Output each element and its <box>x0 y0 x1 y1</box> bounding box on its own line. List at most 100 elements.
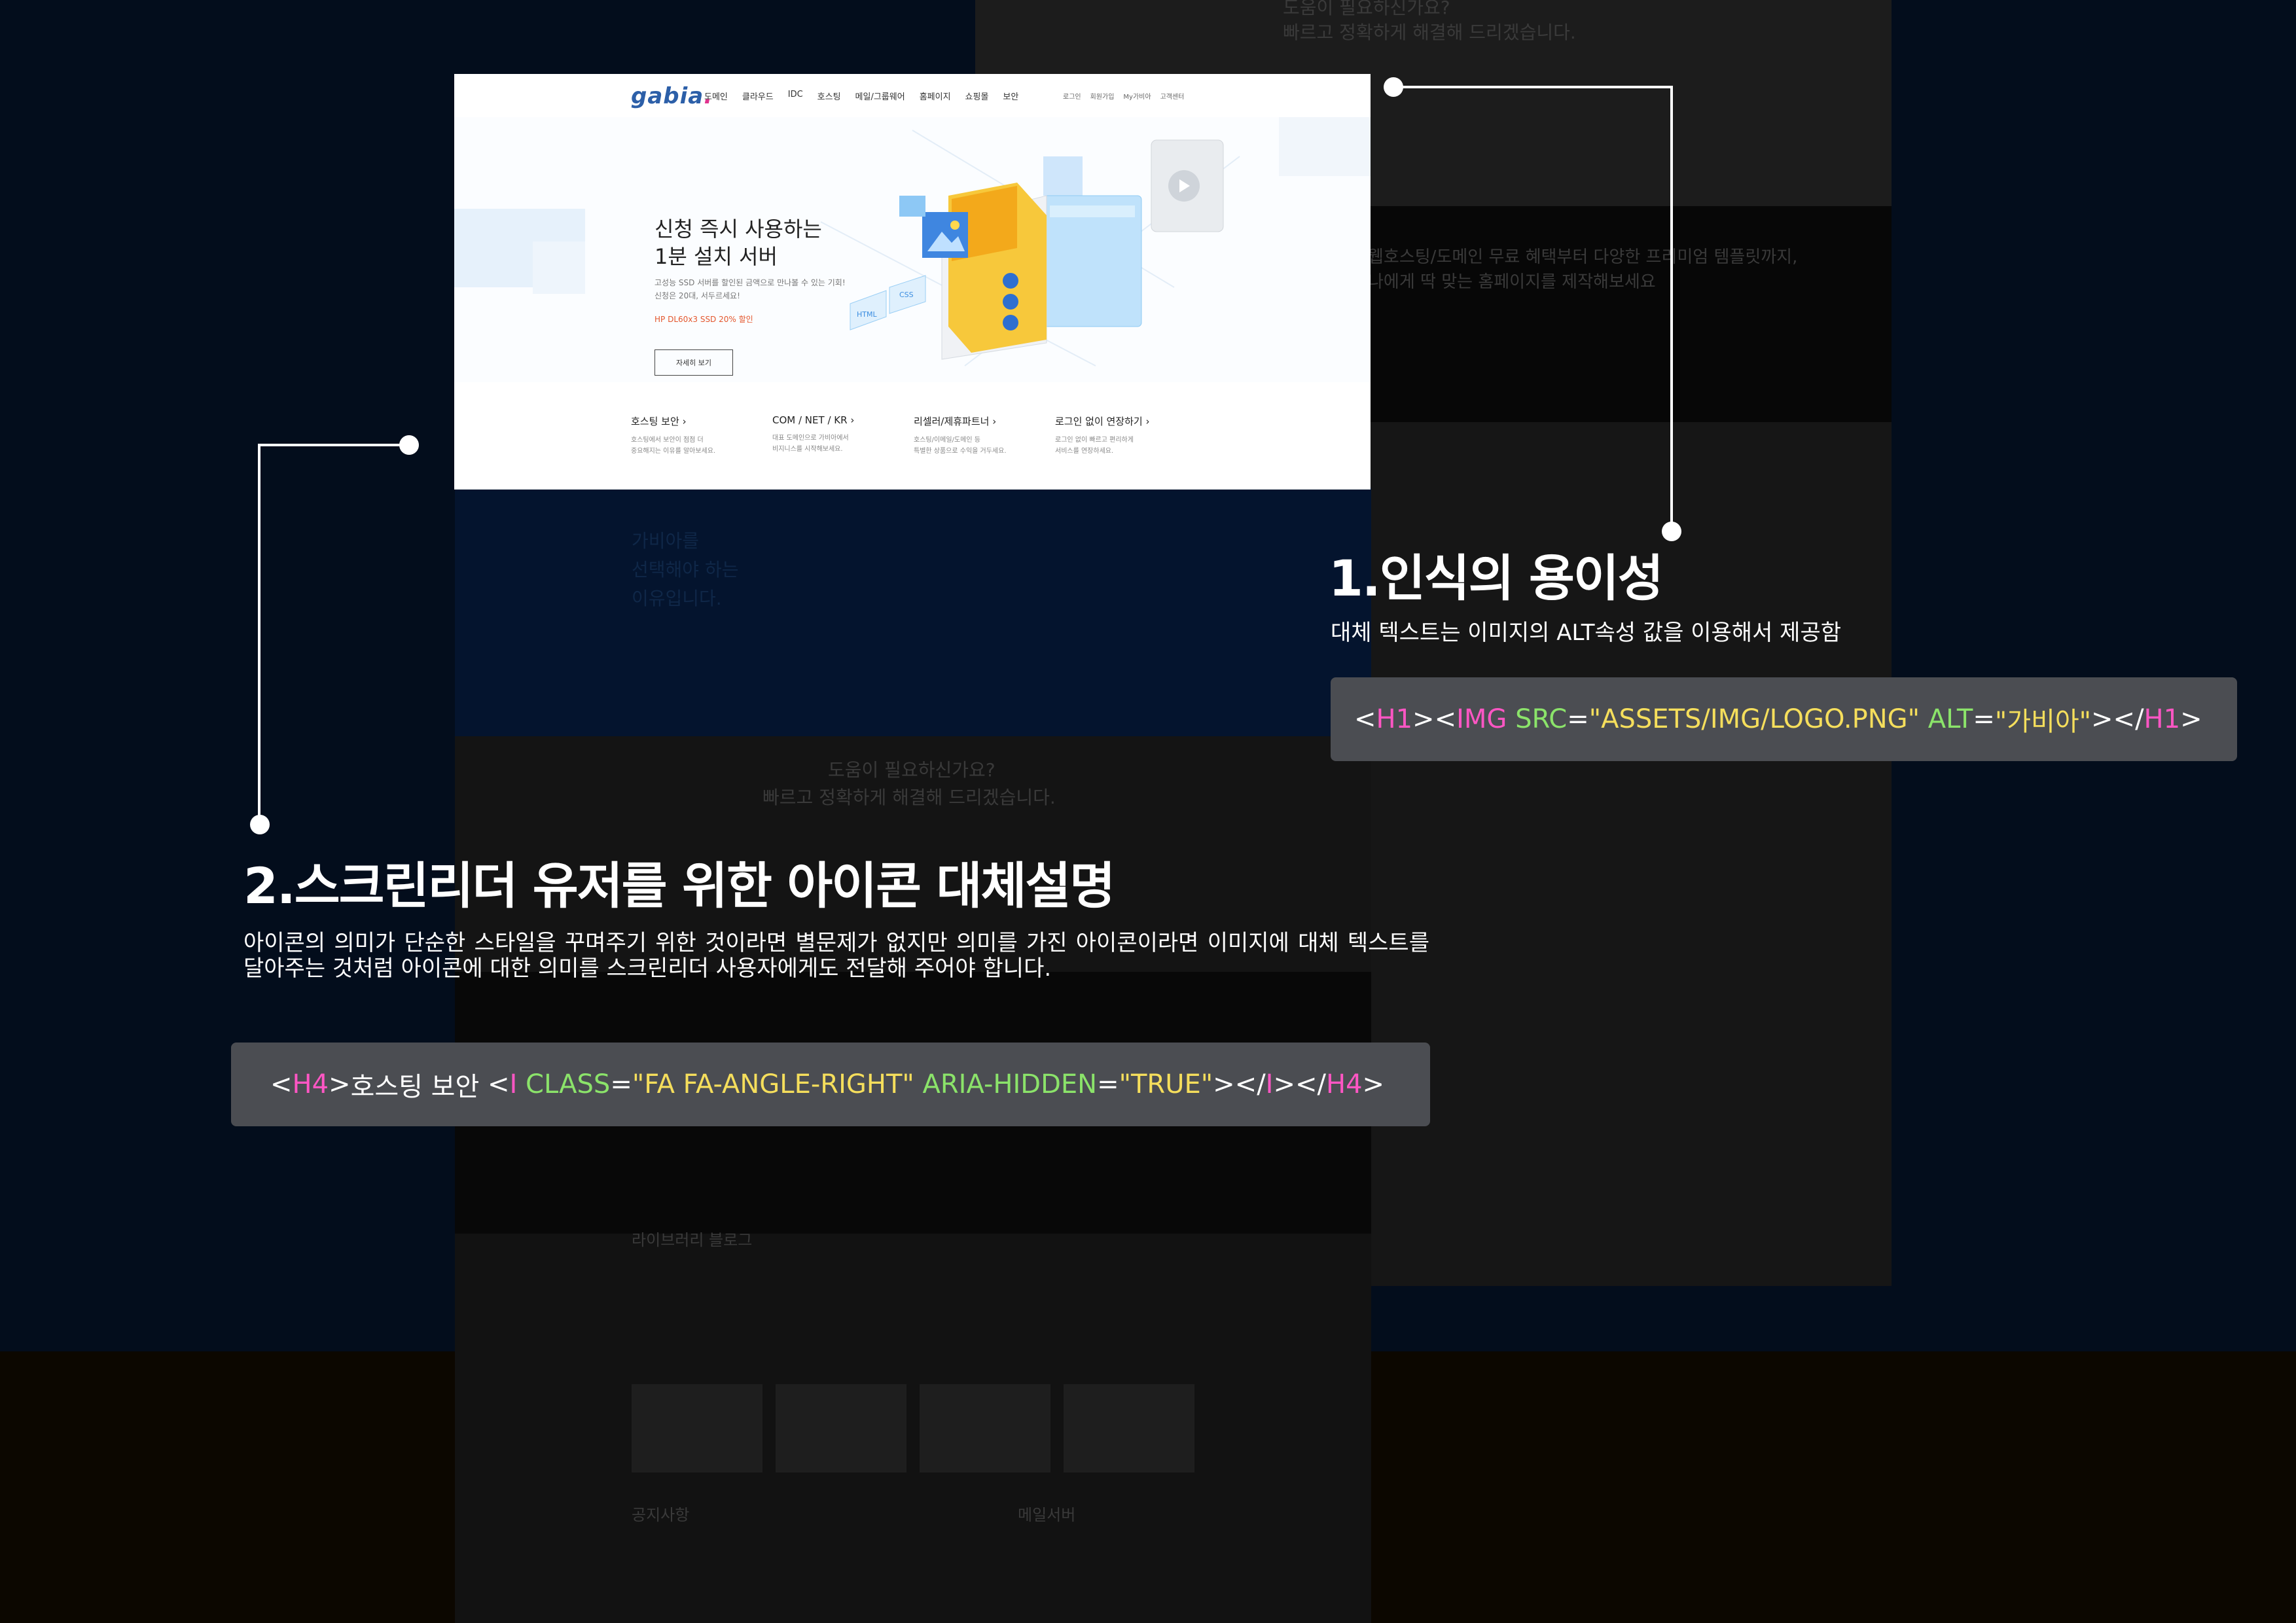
callout2-connector-h <box>258 444 408 446</box>
hero-title: 신청 즉시 사용하는 1분 설치 서버 <box>655 217 822 269</box>
nav-item-idc[interactable]: IDC <box>788 90 803 102</box>
code-text: 호스팅 보안 <box>350 1072 488 1102</box>
callout2-title: 2.스크린리더 유저를 위한 아이콘 대체설명 <box>243 857 1115 915</box>
quick-link-desc: 호스팅에서 보안이 점점 더 중요해지는 이유를 알아보세요. <box>631 437 716 455</box>
website-screenshot: gabia. 도메인 클라우드 IDC 호스팅 메일/그룹웨어 홈페이지 쇼핑몰… <box>454 74 1371 490</box>
faint-help-subtitle-2: 빠르고 정확하게 해결해 드리겠습니다. <box>762 787 1056 808</box>
faint-help-title-2: 도움이 필요하신가요? <box>828 759 996 781</box>
faint-mail-title: 메일서버 <box>1018 1506 1076 1524</box>
faint-why-gabia: 가비아를 선택해야 하는 이유입니다. <box>632 530 739 609</box>
nav-item-homepage[interactable]: 홈페이지 <box>920 90 951 102</box>
callout2-connector-v <box>258 444 260 823</box>
nav-item-mail[interactable]: 메일/그룹웨어 <box>855 90 905 102</box>
my-gabia-link[interactable]: My가비아 <box>1123 91 1151 101</box>
callout2-end-dot <box>250 815 270 834</box>
library-thumbnail <box>632 1384 762 1472</box>
code-string: "가비아" <box>1994 707 2092 737</box>
code-tag: H1 <box>2144 704 2181 734</box>
quick-link-title: 리셀러/제휴파트너 <box>914 416 990 427</box>
code-punct: ></ <box>2091 704 2144 734</box>
code-punct: > <box>2180 704 2202 734</box>
code-punct: < <box>1354 704 1376 734</box>
quick-link-title: COM / NET / KR <box>772 414 848 426</box>
callout2-code-block: < H4 > 호스팅 보안 < I CLASS = "FA FA-ANGLE-RIGHT" … <box>231 1043 1430 1126</box>
code-tag: H4 <box>1325 1069 1363 1099</box>
quick-link-desc: 대표 도메인으로 가비아에서 비지니스를 시작해보세요. <box>772 435 849 453</box>
library-thumbnail <box>1064 1384 1194 1472</box>
hero-banner: HTML CSS 신청 즉시 사용하는 1분 설치 서버 고성능 SSD 서버를… <box>454 117 1371 382</box>
code-punct: >< <box>1412 704 1457 734</box>
library-thumbnail <box>920 1384 1050 1472</box>
code-punct: = <box>1097 1069 1119 1099</box>
site-logo[interactable]: gabia. <box>631 83 713 109</box>
hero-more-button[interactable]: 자세히 보기 <box>655 349 733 376</box>
faint-promo-title: 웹호스팅/도메인 무료 혜택부터 다양한 프리미엄 템플릿까지, <box>1368 247 1798 267</box>
code-punct: < <box>270 1069 293 1099</box>
callout1-connector-v <box>1670 86 1673 531</box>
code-punct: > <box>1362 1069 1385 1099</box>
quick-link-title: 로그인 없이 연장하기 <box>1055 416 1143 427</box>
code-tag: H4 <box>292 1069 329 1099</box>
code-attr: ARIA-HIDDEN <box>922 1069 1098 1099</box>
quick-link-reseller[interactable]: 리셀러/제휴파트너 › 호스팅/이메일/도메인 등 특별한 상품으로 수익을 거… <box>914 414 1012 457</box>
quick-link-renew[interactable]: 로그인 없이 연장하기 › 로그인 없이 빠르고 편리하게 서비스를 연장하세요… <box>1055 414 1153 457</box>
code-string: "FA FA-ANGLE-RIGHT" <box>632 1069 914 1099</box>
code-string: "ASSETS/IMG/LOGO.PNG" <box>1588 704 1920 734</box>
logo-text: gabia <box>631 83 704 109</box>
code-attr: ALT <box>1928 704 1973 734</box>
callout1-connector-h <box>1393 86 1673 88</box>
callout2-description: 아이콘의 의미가 단순한 스타일을 꾸며주기 위한 것이라면 별문제가 없지만 … <box>243 930 1429 982</box>
faint-notice-title: 공지사항 <box>632 1506 690 1524</box>
background-blue-band: 가비아를 선택해야 하는 이유입니다. <box>455 488 1371 736</box>
background-library-band: 라이브러리 블로그 공지사항 메일서버 <box>455 1231 1371 1623</box>
quick-link-hosting-security[interactable]: 호스팅 보안 › 호스팅에서 보안이 점점 더 중요해지는 이유를 알아보세요. <box>631 414 729 457</box>
quick-links: 호스팅 보안 › 호스팅에서 보안이 점점 더 중요해지는 이유를 알아보세요.… <box>631 414 1153 457</box>
quick-link-desc: 로그인 없이 빠르고 편리하게 서비스를 연장하세요. <box>1055 437 1134 455</box>
chevron-right-icon: › <box>682 416 687 427</box>
login-link[interactable]: 로그인 <box>1063 91 1081 101</box>
signup-link[interactable]: 회원가입 <box>1090 91 1115 101</box>
code-punct: ></ <box>1273 1069 1326 1099</box>
quick-link-title: 호스팅 보안 <box>631 416 679 427</box>
code-tag: I <box>509 1069 518 1099</box>
nav-item-shop[interactable]: 쇼핑몰 <box>965 90 989 102</box>
nav-item-cloud[interactable]: 클라우드 <box>742 90 774 102</box>
chevron-right-icon: › <box>992 416 997 427</box>
quick-link-desc: 호스팅/이메일/도메인 등 특별한 상품으로 수익을 거두세요. <box>914 437 1007 455</box>
site-header: gabia. 도메인 클라우드 IDC 호스팅 메일/그룹웨어 홈페이지 쇼핑몰… <box>454 74 1371 118</box>
nav-item-security[interactable]: 보안 <box>1003 90 1018 102</box>
faint-help-subtitle: 빠르고 정확하게 해결해 드리겠습니다. <box>1283 22 1576 43</box>
faint-promo-subtitle: 나에게 딱 맞는 홈페이지를 제작해보세요 <box>1368 272 1656 292</box>
main-nav: 도메인 클라우드 IDC 호스팅 메일/그룹웨어 홈페이지 쇼핑몰 보안 <box>704 90 1018 102</box>
faint-library-title: 라이브러리 블로그 <box>632 1231 753 1249</box>
quick-link-domain[interactable]: COM / NET / KR › 대표 도메인으로 가비아에서 비지니스를 시작… <box>772 414 870 457</box>
library-thumbnail <box>776 1384 906 1472</box>
chevron-right-icon: › <box>850 414 855 426</box>
hero-promo: HP DL60x3 SSD 20% 할인 <box>655 315 753 324</box>
code-string: "TRUE" <box>1119 1069 1213 1099</box>
chevron-right-icon: › <box>1145 416 1150 427</box>
hero-description: 고성능 SSD 서버를 할인된 금액으로 만나볼 수 있는 기회! 신청은 20… <box>655 278 846 300</box>
utility-nav: 로그인 회원가입 My가비아 고객센터 <box>1063 91 1184 101</box>
code-tag: I <box>1265 1069 1274 1099</box>
code-punct: ></ <box>1213 1069 1266 1099</box>
code-punct: = <box>1567 704 1589 734</box>
hero-illustration: HTML CSS <box>454 117 1371 366</box>
nav-item-domain[interactable]: 도메인 <box>704 90 728 102</box>
callout1-end-dot <box>1662 522 1681 541</box>
svg-text:CSS: CSS <box>899 291 914 299</box>
support-link[interactable]: 고객센터 <box>1160 91 1185 101</box>
code-punct: < <box>488 1069 510 1099</box>
code-tag: H1 <box>1376 704 1413 734</box>
code-punct: > <box>329 1069 351 1099</box>
svg-text:HTML: HTML <box>857 310 877 319</box>
callout1-code-block: < H1 >< IMG SRC = "ASSETS/IMG/LOGO.PNG" ALT = "… <box>1331 677 2237 761</box>
nav-item-hosting[interactable]: 호스팅 <box>817 90 841 102</box>
code-attr: CLASS <box>526 1069 611 1099</box>
faint-help-title: 도움이 필요하신가요? <box>1283 0 1450 18</box>
code-tag: IMG <box>1456 704 1507 734</box>
